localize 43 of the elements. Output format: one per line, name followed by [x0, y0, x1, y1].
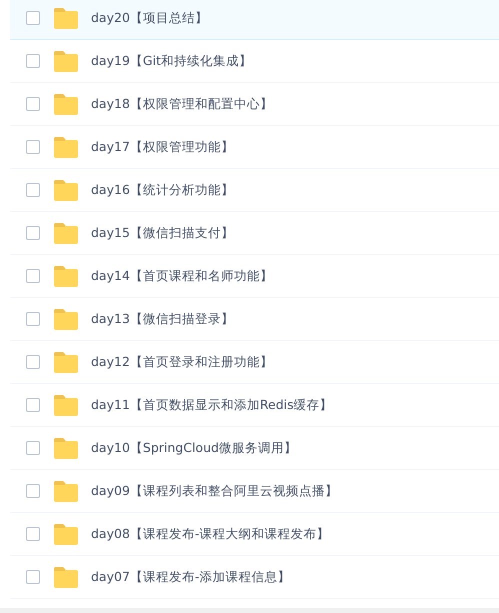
checkbox[interactable]: [26, 183, 40, 197]
folder-icon: [53, 266, 79, 286]
folder-icon: [53, 180, 79, 200]
file-name[interactable]: day15【微信扫描支付】: [91, 224, 234, 242]
file-name[interactable]: day07【课程发布-添加课程信息】: [91, 568, 290, 586]
file-name[interactable]: day20【项目总结】: [91, 8, 208, 28]
folder-icon: [53, 94, 79, 114]
folder-icon: [53, 222, 79, 244]
folder-icon: [53, 308, 79, 330]
checkbox[interactable]: [26, 398, 40, 412]
folder-icon: [53, 480, 79, 502]
folder-icon: [53, 394, 79, 416]
file-name[interactable]: day08【课程发布-课程大纲和课程发布】: [91, 524, 330, 544]
folder-icon: [53, 352, 79, 372]
folder-icon: [53, 524, 79, 544]
file-name[interactable]: day09【课程列表和整合阿里云视频点播】: [91, 482, 338, 500]
folder-icon: [53, 566, 79, 588]
checkbox[interactable]: [26, 140, 40, 154]
file-name[interactable]: day18【权限管理和配置中心】: [91, 94, 273, 114]
file-name[interactable]: day12【首页登录和注册功能】: [91, 352, 273, 372]
file-name[interactable]: day17【权限管理功能】: [91, 138, 234, 156]
file-name[interactable]: day10【SpringCloud微服务调用】: [91, 438, 297, 458]
checkbox[interactable]: [26, 570, 40, 584]
checkbox[interactable]: [26, 11, 40, 25]
file-name[interactable]: day14【首页课程和名师功能】: [91, 266, 273, 286]
checkbox[interactable]: [26, 226, 40, 240]
checkbox[interactable]: [26, 54, 40, 68]
checkbox[interactable]: [26, 269, 40, 283]
checkbox[interactable]: [26, 527, 40, 541]
file-name[interactable]: day11【首页数据显示和添加Redis缓存】: [91, 396, 333, 414]
folder-icon: [53, 136, 79, 158]
file-row[interactable]: day20【项目总结】: [10, 0, 499, 40]
checkbox[interactable]: [26, 97, 40, 111]
checkbox[interactable]: [26, 355, 40, 369]
checkbox[interactable]: [26, 441, 40, 455]
checkbox[interactable]: [26, 484, 40, 498]
checkbox[interactable]: [26, 312, 40, 326]
file-name[interactable]: day16【统计分析功能】: [91, 180, 234, 200]
file-name[interactable]: day19【Git和持续化集成】: [91, 52, 252, 70]
folder-icon: [53, 50, 79, 72]
folder-icon: [53, 438, 79, 458]
file-name[interactable]: day13【微信扫描登录】: [91, 310, 234, 328]
folder-icon: [53, 8, 79, 28]
